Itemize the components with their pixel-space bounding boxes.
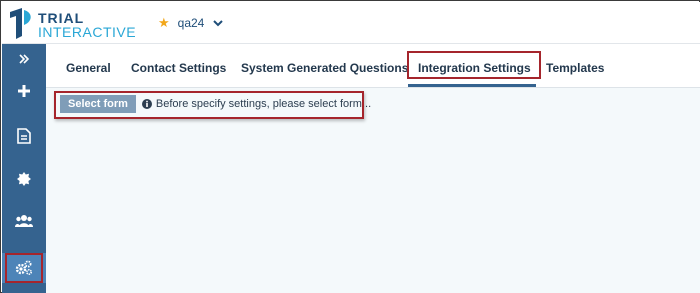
settings-highlight-box bbox=[5, 253, 43, 283]
project-name: qa24 bbox=[177, 16, 205, 30]
users-icon bbox=[15, 215, 33, 227]
app-window: TRIAL INTERACTIVE ★ qa24 General Contact… bbox=[0, 0, 700, 293]
sidebar-item-add[interactable] bbox=[2, 76, 46, 106]
settings-tabs: General Contact Settings System Generate… bbox=[46, 44, 700, 88]
tab-system-generated-questions[interactable]: System Generated Questions bbox=[241, 61, 408, 75]
app-logo[interactable]: TRIAL INTERACTIVE bbox=[8, 6, 138, 40]
logo-text-line2: INTERACTIVE bbox=[38, 24, 137, 40]
plus-icon bbox=[18, 85, 30, 97]
chevron-down-icon[interactable] bbox=[212, 17, 224, 29]
tab-general[interactable]: General bbox=[66, 61, 111, 75]
sidebar-expand-button[interactable] bbox=[2, 44, 46, 74]
tab-highlight-box bbox=[407, 51, 541, 79]
active-tab-indicator bbox=[408, 84, 536, 87]
expand-chevrons-icon bbox=[19, 54, 30, 64]
form-row-highlight-box bbox=[54, 91, 364, 119]
tab-templates[interactable]: Templates bbox=[546, 61, 604, 75]
left-sidebar bbox=[2, 44, 46, 293]
badge-icon bbox=[17, 172, 31, 186]
project-switcher[interactable]: ★ qa24 bbox=[158, 14, 224, 32]
main-panel: General Contact Settings System Generate… bbox=[46, 44, 700, 293]
top-header: TRIAL INTERACTIVE ★ qa24 bbox=[2, 2, 700, 44]
tab-contact-settings[interactable]: Contact Settings bbox=[131, 61, 226, 75]
star-icon[interactable]: ★ bbox=[158, 15, 170, 31]
sidebar-item-badge[interactable] bbox=[2, 164, 46, 194]
tab-content: Select form Before specify settings, ple… bbox=[46, 88, 700, 293]
sidebar-item-users[interactable] bbox=[2, 206, 46, 236]
sidebar-item-documents[interactable] bbox=[2, 121, 46, 151]
document-icon bbox=[17, 128, 31, 144]
logo-mark-icon bbox=[10, 8, 31, 39]
